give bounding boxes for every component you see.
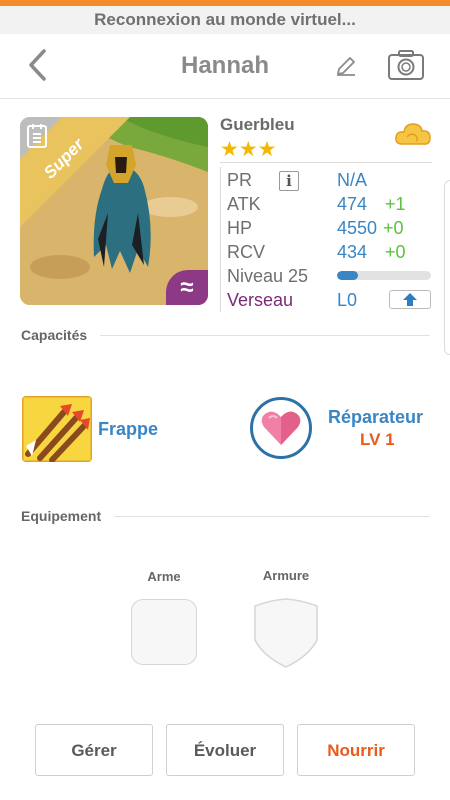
element-value: L0 (337, 290, 358, 310)
hp-bonus: +0 (383, 218, 404, 238)
atk-value: 474 (337, 194, 368, 214)
chevron-left-icon (29, 49, 46, 81)
upgrade-button[interactable] (389, 290, 431, 309)
cloud-icon[interactable] (394, 120, 432, 150)
feed-button[interactable]: Nourrir (297, 724, 415, 776)
rarity-stars: ★★★ (220, 138, 277, 161)
armor-slot[interactable] (253, 598, 319, 668)
skill-name[interactable]: Frappe (98, 419, 158, 440)
level-progress-fill (337, 271, 358, 280)
book-icon (26, 123, 48, 149)
section-divider (114, 516, 430, 517)
pr-value: N/A (337, 170, 368, 190)
page-title: Hannah (180, 52, 269, 79)
atk-label: ATK (227, 194, 261, 214)
passive-heart-icon[interactable] (250, 397, 312, 459)
level-label: Niveau 25 (227, 266, 309, 286)
side-panel-edge (444, 180, 450, 355)
arrows-icon (22, 396, 92, 462)
camera-icon (388, 50, 424, 80)
weapon-slot[interactable] (131, 599, 197, 665)
hp-value: 4550 (337, 218, 378, 238)
manage-button[interactable]: Gérer (35, 724, 153, 776)
pr-info-button[interactable]: i (279, 171, 299, 191)
rcv-bonus: +0 (385, 242, 406, 262)
camera-button[interactable] (387, 49, 425, 81)
section-title-equipement: Equipement (21, 508, 102, 524)
rcv-value: 434 (337, 242, 368, 262)
divider (220, 162, 432, 163)
level-progress-bar (337, 271, 431, 280)
section-title-capacites: Capacités (21, 327, 88, 343)
atk-bonus: +1 (385, 194, 406, 214)
heart-icon (261, 411, 301, 445)
hp-label: HP (227, 218, 253, 238)
element-wave-icon: ≈ (166, 270, 208, 305)
arrow-up-icon (403, 293, 417, 306)
reconnect-banner: Reconnexion au monde virtuel... (0, 6, 450, 34)
back-button[interactable] (24, 48, 54, 82)
edit-button[interactable] (334, 54, 358, 78)
passive-name[interactable]: Réparateur (328, 407, 423, 428)
character-name: Guerbleu (220, 115, 295, 134)
element-label: Verseau (227, 290, 294, 310)
shield-icon (254, 598, 318, 668)
pr-label: PR (227, 170, 253, 190)
passive-level: LV 1 (360, 430, 395, 449)
skill-frappe-icon[interactable] (22, 396, 92, 462)
rcv-label: RCV (227, 242, 266, 262)
evolve-button[interactable]: Évoluer (166, 724, 284, 776)
pencil-icon (337, 57, 355, 76)
armor-label: Armure (262, 568, 310, 583)
weapon-label: Arme (147, 569, 181, 584)
section-divider (100, 335, 430, 336)
stats-panel: PR i N/A ATK 474 +1 HP 4550 +0 RCV 434 +… (220, 167, 433, 312)
header: Hannah (0, 34, 450, 99)
